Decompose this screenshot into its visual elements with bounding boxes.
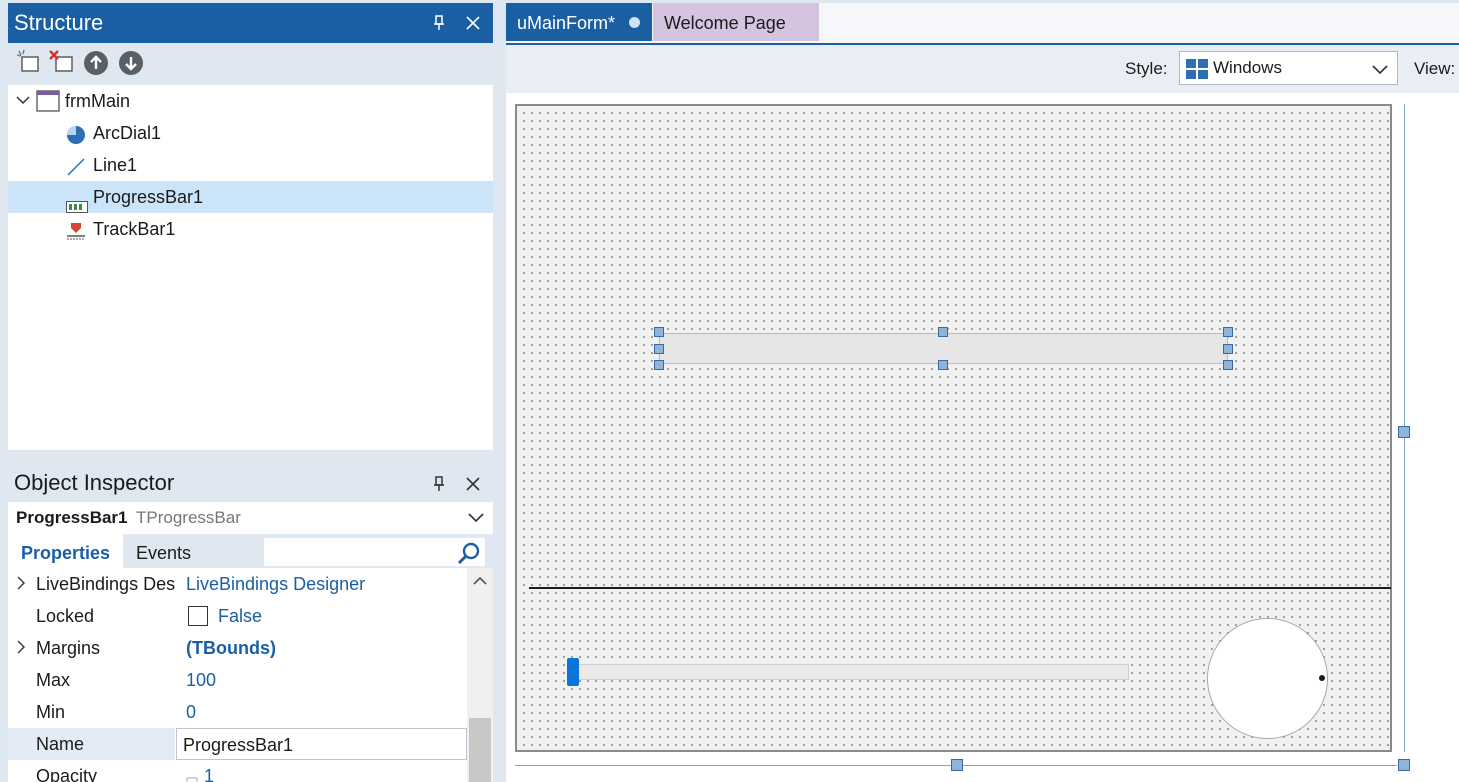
arcdial-component[interactable]: [1207, 618, 1328, 739]
tree-item-Line1[interactable]: Line1: [8, 149, 493, 181]
object-type: TProgressBar: [136, 508, 241, 527]
name-edit-field[interactable]: ProgressBar1: [176, 728, 467, 760]
opacity-value: 1: [204, 766, 215, 782]
pin-icon[interactable]: [431, 475, 447, 493]
property-row[interactable]: Locked False: [8, 600, 467, 632]
structure-title-text: Structure: [14, 10, 104, 35]
resize-handle[interactable]: [938, 327, 948, 337]
property-name: Margins: [36, 638, 101, 658]
search-icon[interactable]: [457, 541, 481, 565]
form-icon: [36, 90, 60, 112]
form-resize-handle-bottom[interactable]: [951, 759, 963, 771]
tree-item-frmMain[interactable]: frmMain: [8, 85, 493, 117]
editor-tab-bar: uMainForm* Welcome Page: [506, 3, 1459, 45]
tab-events[interactable]: Events: [136, 534, 191, 568]
property-name: Min: [36, 702, 66, 722]
chevron-down-icon[interactable]: [1371, 56, 1389, 87]
property-value[interactable]: ProgressBar1: [176, 728, 467, 760]
locked-value: False: [218, 606, 263, 626]
resize-handle[interactable]: [1223, 344, 1233, 354]
add-item-icon[interactable]: [16, 49, 42, 75]
tree-item-label: frmMain: [65, 91, 131, 111]
locked-checkbox[interactable]: [188, 606, 208, 626]
arcdial-icon: [66, 123, 86, 144]
tab-umainform[interactable]: uMainForm*: [506, 3, 652, 41]
delete-item-icon[interactable]: [48, 49, 74, 75]
resize-handle[interactable]: [938, 360, 948, 370]
progressbar-icon: [66, 191, 88, 213]
close-icon[interactable]: [465, 14, 481, 32]
tab-label: Welcome Page: [664, 13, 786, 33]
property-scrollbar[interactable]: [467, 568, 493, 782]
move-up-icon[interactable]: [84, 51, 108, 75]
property-value[interactable]: False: [186, 600, 467, 632]
form-resize-guide-corner: [1375, 765, 1397, 766]
trackbar-component[interactable]: [570, 664, 1129, 680]
inspector-title: Object Inspector: [8, 464, 493, 502]
inspector-tabs: Properties Events: [8, 534, 493, 568]
property-grid: LiveBindings Designer LiveBindings Desig…: [8, 568, 467, 782]
structure-panel: Structure frmMain ArcDial1 Line1 Progres…: [8, 3, 493, 450]
property-row[interactable]: Name ProgressBar1: [8, 728, 467, 760]
resize-handle[interactable]: [654, 344, 664, 354]
structure-toolbar: [8, 43, 493, 85]
style-toolbar: Style: Windows View:: [506, 45, 1459, 93]
tab-welcome-page[interactable]: Welcome Page: [653, 3, 819, 41]
property-row[interactable]: Max 100: [8, 664, 467, 696]
move-down-icon[interactable]: [119, 51, 143, 75]
tab-properties[interactable]: Properties: [8, 534, 124, 568]
property-row[interactable]: Opacity 1: [8, 760, 467, 782]
object-inspector-panel: Object Inspector ProgressBar1 TProgressB…: [8, 464, 493, 782]
object-name: ProgressBar1: [16, 508, 128, 527]
property-search-input[interactable]: [264, 538, 485, 566]
chevron-up-icon[interactable]: [467, 568, 493, 594]
property-value[interactable]: 0: [186, 696, 467, 728]
tree-item-label: ProgressBar1: [93, 187, 204, 207]
property-name: Name: [8, 728, 175, 760]
line-component[interactable]: [529, 587, 1391, 589]
property-row[interactable]: Margins (TBounds): [8, 632, 467, 664]
tree-item-label: TrackBar1: [93, 219, 176, 239]
structure-title: Structure: [8, 3, 493, 43]
property-name: Opacity: [36, 766, 98, 782]
arcdial-indicator: [1319, 675, 1325, 681]
line-icon: [66, 155, 86, 176]
style-value: Windows: [1213, 58, 1282, 77]
spin-icon: [186, 769, 198, 782]
form-resize-handle-right[interactable]: [1398, 426, 1410, 438]
tree-item-ArcDial1[interactable]: ArcDial1: [8, 117, 493, 149]
property-row[interactable]: LiveBindings Designer LiveBindings Desig…: [8, 568, 467, 600]
resize-handle[interactable]: [654, 327, 664, 337]
pin-icon[interactable]: [431, 14, 447, 32]
property-name: LiveBindings Designer: [36, 574, 175, 594]
inspector-title-text: Object Inspector: [14, 470, 175, 495]
trackbar-thumb[interactable]: [567, 658, 579, 686]
property-row[interactable]: Min 0: [8, 696, 467, 728]
resize-handle[interactable]: [1223, 327, 1233, 337]
property-value[interactable]: (TBounds): [186, 632, 467, 664]
close-icon[interactable]: [465, 475, 481, 493]
trackbar-icon: [66, 219, 86, 240]
modified-dot-icon[interactable]: [629, 17, 640, 28]
tab-label: uMainForm*: [517, 13, 616, 33]
resize-handle[interactable]: [1223, 360, 1233, 370]
scrollbar-thumb[interactable]: [469, 718, 491, 782]
tree-item-ProgressBar1[interactable]: ProgressBar1: [8, 181, 493, 213]
resize-handle[interactable]: [654, 360, 664, 370]
object-selector[interactable]: ProgressBar1 TProgressBar: [8, 502, 493, 534]
style-select[interactable]: Windows: [1179, 51, 1398, 85]
property-value[interactable]: LiveBindings Designer: [186, 568, 467, 600]
view-label: View:: [1414, 59, 1456, 78]
form-resize-handle-corner[interactable]: [1398, 759, 1410, 771]
tree-item-label: ArcDial1: [93, 123, 162, 143]
property-value[interactable]: 100: [186, 664, 467, 696]
property-name: Max: [36, 670, 71, 690]
tree-item-TrackBar1[interactable]: TrackBar1: [8, 213, 493, 245]
property-name: Locked: [36, 606, 95, 626]
property-value[interactable]: 1: [186, 760, 467, 782]
tree-item-label: Line1: [93, 155, 138, 175]
windows-icon: [1186, 59, 1208, 79]
style-label: Style:: [1125, 59, 1168, 78]
